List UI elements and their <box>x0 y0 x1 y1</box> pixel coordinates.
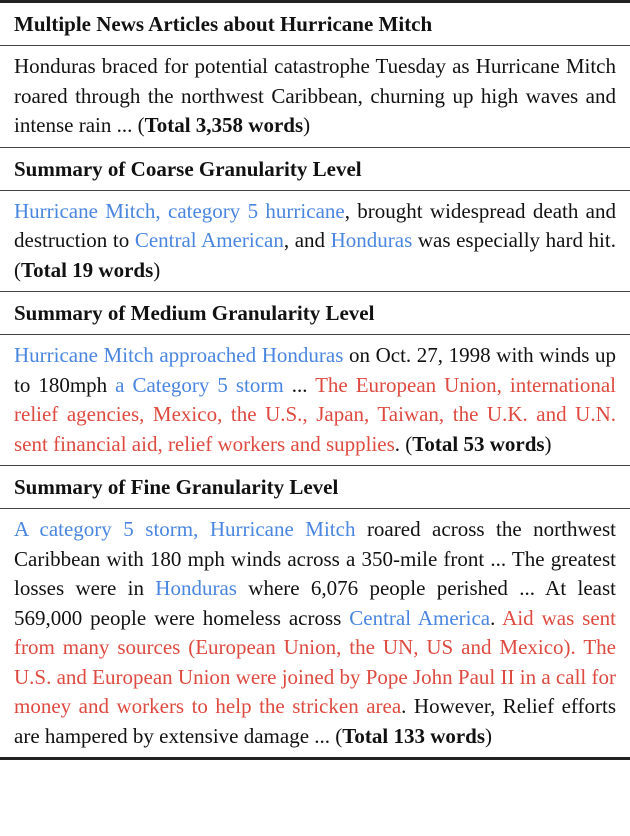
entity-highlight: Hurricane Mitch approached Honduras <box>14 343 344 367</box>
text-segment: Honduras braced for potential catastroph… <box>14 54 616 137</box>
word-count: Total 3,358 words <box>144 113 304 137</box>
medium-summary-text: Hurricane Mitch approached Honduras on O… <box>0 335 630 465</box>
word-count: Total 53 words <box>412 431 545 456</box>
text-segment: was especially hard hit. <box>412 228 616 252</box>
fine-summary-text: A category 5 storm, Hurricane Mitch roar… <box>0 509 630 757</box>
text-segment: , and <box>283 228 331 252</box>
entity-highlight: Central American <box>134 228 284 252</box>
paren-close: ) <box>153 257 161 282</box>
entity-highlight: Central America <box>349 605 491 630</box>
coarse-summary-heading: Summary of Coarse Granularity Level <box>0 146 630 191</box>
paren-close: ) <box>485 723 493 748</box>
text-segment: . <box>490 605 503 630</box>
entity-highlight: a Category 5 storm <box>115 372 284 397</box>
word-count: Total 133 words <box>342 723 486 748</box>
paren-open: ( <box>14 257 21 282</box>
paren-close: ) <box>303 113 311 137</box>
fine-summary-heading: Summary of Fine Granularity Level <box>0 465 630 509</box>
word-count: Total 19 words <box>21 257 154 282</box>
coarse-summary-text: Hurricane Mitch, category 5 hurricane, b… <box>0 191 630 292</box>
medium-summary-heading: Summary of Medium Granularity Level <box>0 291 630 335</box>
entity-highlight: Honduras <box>155 576 237 600</box>
entity-highlight: Hurricane Mitch, category 5 hurricane <box>14 198 345 223</box>
text-segment: . <box>394 431 406 456</box>
paren-close: ) <box>544 431 552 456</box>
granularity-summary-table: Multiple News Articles about Hurricane M… <box>0 0 630 760</box>
source-articles-heading: Multiple News Articles about Hurricane M… <box>0 3 630 46</box>
text-segment: ... <box>283 372 316 397</box>
entity-highlight: Honduras <box>330 228 413 252</box>
entity-highlight: A category 5 storm, Hurricane Mitch <box>14 517 356 541</box>
paren-open: ( <box>137 113 145 137</box>
source-articles-text: Honduras braced for potential catastroph… <box>0 46 630 147</box>
